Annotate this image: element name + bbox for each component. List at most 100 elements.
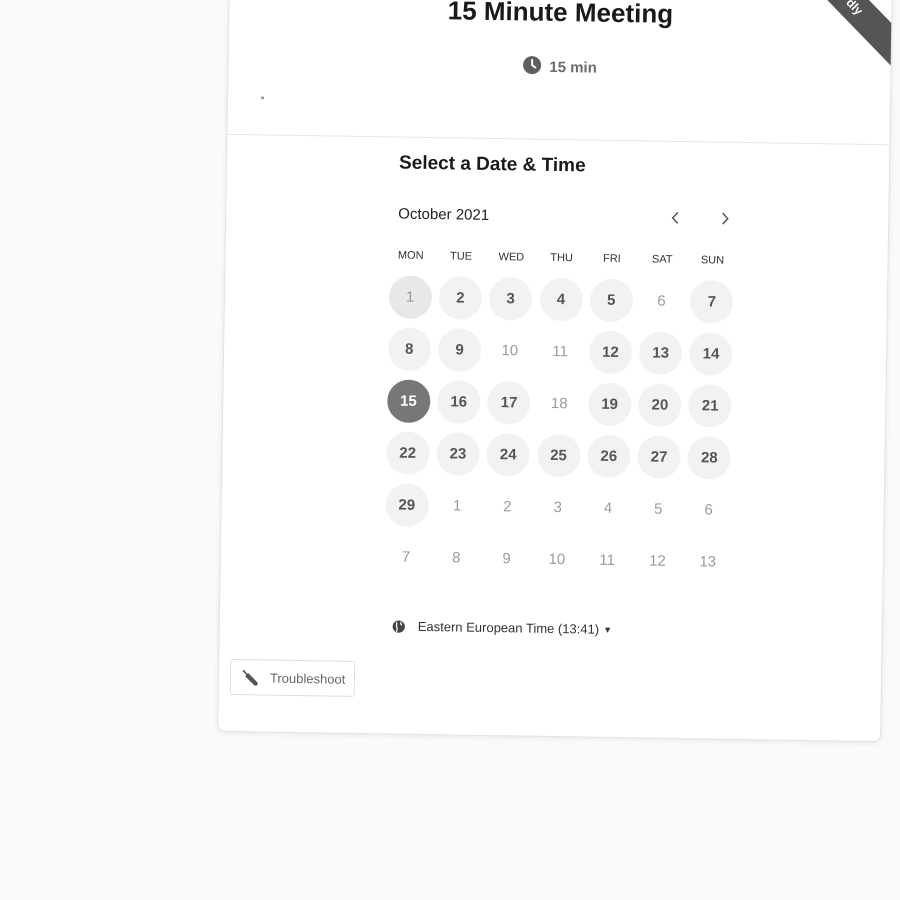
calendar-day[interactable]: 24	[483, 428, 534, 481]
weekday-label: MON	[397, 249, 424, 262]
calendar-day-number: 21	[688, 383, 733, 428]
calendar-day-number: 9	[437, 327, 482, 372]
calendar-day: 10	[484, 324, 535, 377]
globe-icon	[392, 619, 405, 633]
timezone-selector[interactable]: Eastern European Time (13:41) ▼	[392, 618, 613, 637]
calendar-day[interactable]: 22	[382, 426, 433, 479]
calendar-day-number: 28	[687, 435, 732, 480]
weekday-label: THU	[550, 251, 574, 265]
weekday-label: TUE	[449, 250, 473, 263]
calendar-day-number: 19	[587, 382, 632, 426]
calendar-day-number: 22	[385, 430, 430, 475]
calendar-day: 4	[582, 481, 633, 534]
calendar-day-number: 14	[689, 331, 733, 376]
calendar-day-number: 1	[452, 496, 462, 515]
calendar-day[interactable]: 25	[533, 429, 584, 482]
event-title: 15 Minute Meeting	[447, 0, 674, 29]
calendar-day: 9	[481, 532, 532, 585]
calendar-day[interactable]: 14	[685, 327, 736, 380]
timezone-label: Eastern European Time (13:41)	[417, 618, 600, 637]
calendar-day: 11	[535, 325, 586, 378]
calendar-day[interactable]: 13	[635, 326, 686, 379]
troubleshoot-label: Troubleshoot	[269, 670, 346, 687]
calendar-day[interactable]: 9	[434, 323, 485, 376]
calendar-day-number: 6	[704, 500, 713, 518]
calendar-day-number: 13	[638, 330, 683, 375]
calendar-day-number: 6	[657, 292, 666, 310]
calendar-day-number: 11	[599, 551, 616, 569]
calendar-day: 6	[636, 274, 687, 327]
calendar-day: 8	[431, 531, 482, 584]
calendar-day[interactable]: 29	[381, 478, 432, 531]
calendar-day[interactable]: 21	[685, 379, 736, 432]
calendar-day-number: 12	[588, 330, 633, 374]
calendar-day: 1	[432, 479, 483, 532]
calendar-day-number: 7	[690, 279, 734, 324]
calendar-day-number: 17	[487, 380, 531, 425]
calendar-day-number: 11	[552, 342, 569, 360]
calendar-day[interactable]: 7	[686, 275, 737, 328]
calendar-day: 18	[534, 377, 585, 430]
weekday-header: MON TUE WED THU FRI SAT SUN	[386, 249, 738, 267]
calendar-day[interactable]: 12	[585, 325, 636, 378]
calendar-day-number: 15	[386, 378, 431, 423]
event-header: 15 Minute Meeting 15 min	[227, 0, 892, 146]
calendar-day-number: 7	[401, 548, 411, 566]
calendar-day-number: 5	[589, 278, 634, 322]
weekday-label: SAT	[651, 253, 673, 266]
calendar-day-number: 18	[550, 394, 568, 412]
calendar-day-number: 2	[438, 275, 483, 320]
calendar-day: 13	[682, 535, 733, 588]
calendar-day-number: 26	[586, 434, 631, 478]
caret-down-icon: ▼	[603, 624, 613, 635]
calendar-day-number: 27	[637, 434, 681, 479]
weekday-label: WED	[498, 251, 525, 264]
calendar-day: 11	[582, 533, 633, 586]
month-label: October 2021	[398, 205, 490, 224]
calendar-day-number: 5	[653, 500, 663, 518]
calendar-day: 7	[380, 530, 431, 583]
calendar-day: 10	[531, 533, 582, 586]
calendar-day-number: 16	[436, 379, 481, 424]
wrench-icon	[242, 669, 258, 686]
calendar-day-number: 25	[536, 433, 581, 477]
clock-icon	[522, 55, 541, 78]
calendar-day-number: 10	[501, 341, 519, 359]
calendar-day[interactable]: 16	[433, 375, 484, 428]
calendar-day-number: 20	[638, 382, 682, 427]
prev-month-button[interactable]	[662, 205, 688, 231]
calendar-day[interactable]: 26	[583, 429, 634, 482]
calendar-day[interactable]: 27	[634, 430, 685, 483]
calendar-day: 2	[482, 480, 533, 533]
chevron-right-icon	[722, 212, 729, 225]
calendar-day-number: 10	[548, 550, 566, 568]
calendar-day[interactable]: 3	[485, 272, 536, 325]
calendar-day[interactable]: 17	[483, 376, 534, 429]
calendar-day-number: 3	[553, 498, 563, 516]
calendar-day[interactable]: 20	[634, 378, 685, 431]
calendar-day-number: 13	[699, 552, 717, 571]
calendar-day-number: 23	[436, 431, 480, 476]
calendar-day-number: 1	[388, 274, 432, 319]
calendar-day[interactable]: 28	[684, 431, 735, 484]
calendar-day[interactable]: 19	[584, 377, 635, 430]
calendar-day[interactable]: 23	[432, 427, 483, 480]
booking-card: dly 15 Minute Meeting 15 min Select a Da…	[217, 0, 893, 743]
troubleshoot-button[interactable]: Troubleshoot	[229, 658, 356, 697]
description-dot	[261, 96, 265, 100]
calendar-day[interactable]: 5	[586, 273, 637, 326]
calendar-day[interactable]: 8	[384, 322, 435, 375]
calendar-day[interactable]: 1	[385, 270, 436, 323]
calendar-day-number: 2	[503, 497, 512, 515]
calendar-day-number: 24	[486, 432, 531, 477]
weekday-label: SUN	[700, 254, 725, 267]
calendar-day: 12	[632, 534, 683, 587]
calendar-grid: 1 2 3 4 5 6 7 8 9 10 11 12 13 14 15 16 17 18 19 20 21 22 23 24 2…	[380, 270, 737, 587]
event-duration: 15 min	[228, 51, 890, 84]
calendar-day-selected[interactable]: 15	[383, 374, 434, 427]
chevron-left-icon	[671, 211, 679, 224]
next-month-button[interactable]	[712, 205, 738, 231]
calendar-day-number: 29	[384, 482, 429, 527]
calendar-day[interactable]: 2	[435, 271, 486, 324]
calendar-day[interactable]: 4	[535, 273, 586, 326]
